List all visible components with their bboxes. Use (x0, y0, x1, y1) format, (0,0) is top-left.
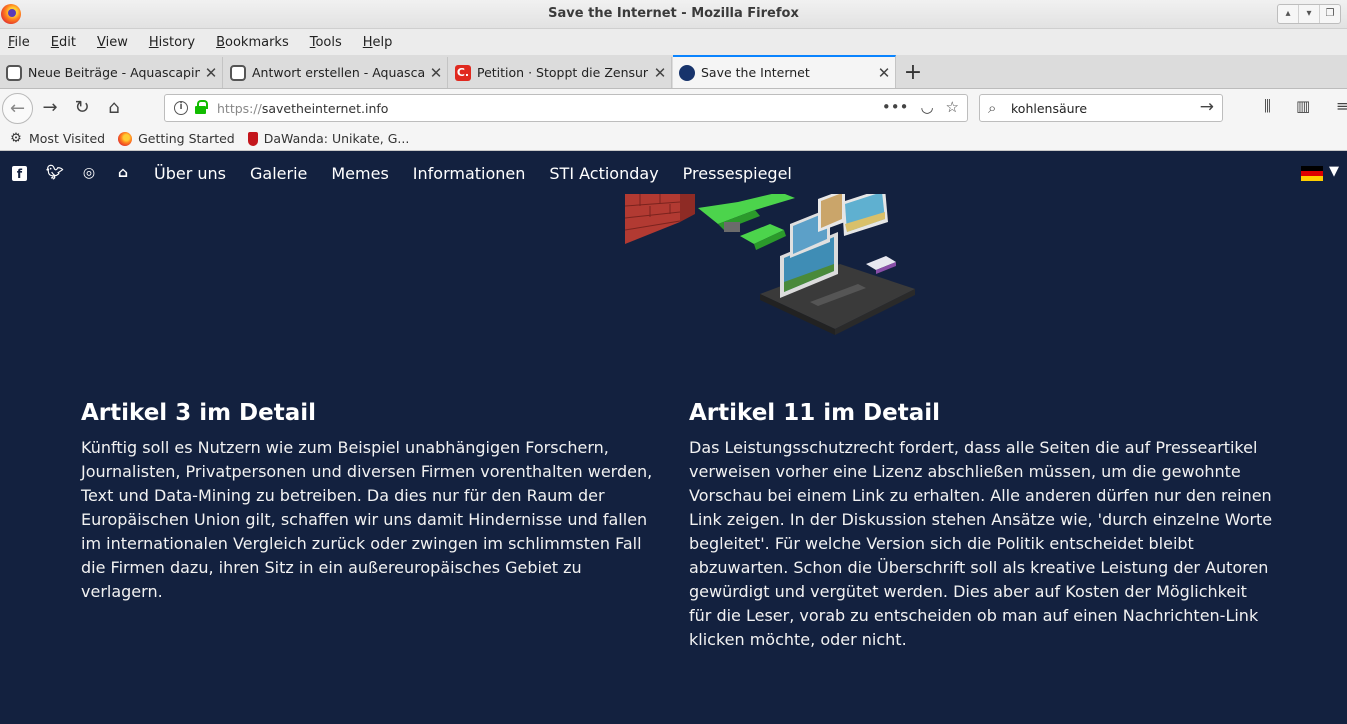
close-tab-icon[interactable]: ✕ (873, 64, 895, 82)
twitter-icon[interactable]: 🐦︎ (44, 165, 66, 181)
article-3-body: Künftig soll es Nutzern wie zum Beispiel… (81, 438, 653, 601)
article-11-title: Artikel 11 im Detail (689, 400, 941, 426)
bookmark-most-visited[interactable]: ⚙ Most Visited (9, 131, 105, 146)
page-content: Artikel 3 im Detail Künftig soll es Nutz… (0, 194, 1347, 724)
search-bar[interactable]: ⌕ kohlensäure → (979, 94, 1223, 122)
firefox-icon (118, 131, 133, 146)
bookmark-label: DaWanda: Unikate, G... (263, 131, 410, 146)
url-text[interactable]: https://savetheinternet.info (217, 101, 388, 116)
facebook-icon[interactable]: f (12, 165, 27, 181)
sti-icon (679, 64, 695, 81)
dawanda-icon (247, 131, 258, 146)
tab-label: Neue Beiträge - Aquascaping (28, 65, 200, 80)
tab-save-the-internet[interactable]: Save the Internet ✕ (673, 55, 896, 88)
tab-petition[interactable]: C. Petition · Stoppt die Zensurma ✕ (449, 57, 672, 88)
close-tab-icon[interactable]: ✕ (649, 64, 671, 82)
reload-button[interactable]: ↻ (68, 94, 96, 122)
forum-icon (6, 64, 22, 81)
new-tab-button[interactable]: + (901, 60, 925, 85)
nav-galerie[interactable]: Galerie (250, 164, 307, 183)
url-host: savetheinternet.info (261, 101, 389, 116)
nav-informationen[interactable]: Informationen (413, 164, 526, 183)
tab-label: Save the Internet (701, 65, 810, 80)
bookmark-getting-started[interactable]: Getting Started (118, 131, 235, 146)
menu-history[interactable]: History (149, 35, 195, 50)
nav-pressespiegel[interactable]: Pressespiegel (683, 164, 792, 183)
menu-view[interactable]: View (97, 35, 128, 50)
site-info-icon[interactable]: i (174, 101, 188, 115)
window-titlebar: Save the Internet - Mozilla Firefox ▴ ▾ … (0, 0, 1347, 29)
search-go-icon[interactable]: → (1200, 97, 1214, 117)
search-input[interactable]: kohlensäure (1011, 101, 1087, 116)
nav-sti-actionday[interactable]: STI Actionday (549, 164, 658, 183)
tab-label: Antwort erstellen - Aquascapi (252, 65, 425, 80)
menu-tools[interactable]: Tools (310, 35, 342, 50)
library-icon[interactable]: ⫼ (1264, 97, 1271, 115)
url-protocol: https:// (217, 101, 262, 116)
lock-icon (195, 100, 208, 115)
petition-icon: C. (455, 64, 471, 81)
gear-icon: ⚙ (10, 130, 22, 146)
article-11-body: Das Leistungsschutzrecht fordert, dass a… (689, 438, 1273, 649)
home-button[interactable]: ⌂ (100, 94, 128, 122)
menu-bookmarks[interactable]: Bookmarks (216, 35, 289, 50)
tab-neue-beitraege[interactable]: Neue Beiträge - Aquascaping ✕ (0, 57, 223, 88)
bookmarks-bar: ⚙ Most Visited Getting Started DaWanda: … (0, 127, 1347, 151)
home-icon[interactable]: ⌂ (112, 165, 134, 181)
tab-bar: Neue Beiträge - Aquascaping ✕ Antwort er… (0, 55, 1347, 89)
page-actions-icon[interactable]: ••• (882, 98, 909, 116)
close-tab-icon[interactable]: ✕ (425, 64, 447, 82)
window-title: Save the Internet - Mozilla Firefox (548, 6, 799, 21)
menu-bar: File Edit View History Bookmarks Tools H… (0, 29, 1347, 55)
tab-antwort-erstellen[interactable]: Antwort erstellen - Aquascapi ✕ (224, 57, 448, 88)
german-flag-icon[interactable] (1301, 166, 1323, 181)
forward-button[interactable]: → (36, 94, 64, 122)
navigation-toolbar: ← → ↻ ⌂ i https://savetheinternet.info •… (0, 89, 1347, 127)
sidebar-icon[interactable]: ▥ (1296, 97, 1310, 115)
article-11-section: Artikel 11 im Detail Das Leistungsschutz… (689, 400, 1274, 652)
search-icon: ⌕ (988, 99, 997, 117)
restore-down-icon[interactable]: ▾ (1299, 5, 1320, 23)
window-controls: ▴ ▾ ❐ (1277, 4, 1341, 24)
back-button[interactable]: ← (2, 93, 33, 124)
bookmark-label: Getting Started (138, 131, 235, 146)
instagram-icon[interactable]: ◎ (78, 165, 100, 181)
menu-hamburger-icon[interactable]: ≡ (1336, 97, 1347, 115)
article-3-title: Artikel 3 im Detail (81, 400, 317, 426)
maximize-icon[interactable]: ❐ (1320, 5, 1340, 23)
nav-ueber-uns[interactable]: Über uns (154, 164, 226, 183)
tab-label: Petition · Stoppt die Zensurma (477, 65, 649, 80)
site-navigation: f 🐦︎ ◎ ⌂ Über uns Galerie Memes Informat… (0, 152, 1347, 194)
minimize-icon[interactable]: ▴ (1278, 5, 1299, 23)
url-bar[interactable]: i https://savetheinternet.info ••• ◡ ☆ (164, 94, 968, 122)
bookmark-dawanda[interactable]: DaWanda: Unikate, G... (247, 131, 410, 146)
menu-file[interactable]: File (8, 35, 30, 50)
close-tab-icon[interactable]: ✕ (200, 64, 222, 82)
isometric-network-illustration (624, 194, 915, 335)
menu-help[interactable]: Help (363, 35, 393, 50)
pocket-icon[interactable]: ◡ (920, 98, 933, 116)
bookmark-label: Most Visited (29, 131, 106, 146)
nav-memes[interactable]: Memes (331, 164, 388, 183)
article-3-section: Artikel 3 im Detail Künftig soll es Nutz… (81, 400, 666, 604)
forum-icon (230, 64, 246, 81)
bookmark-star-icon[interactable]: ☆ (946, 98, 959, 116)
chevron-down-icon[interactable]: ▼ (1329, 164, 1339, 179)
menu-edit[interactable]: Edit (51, 35, 76, 50)
